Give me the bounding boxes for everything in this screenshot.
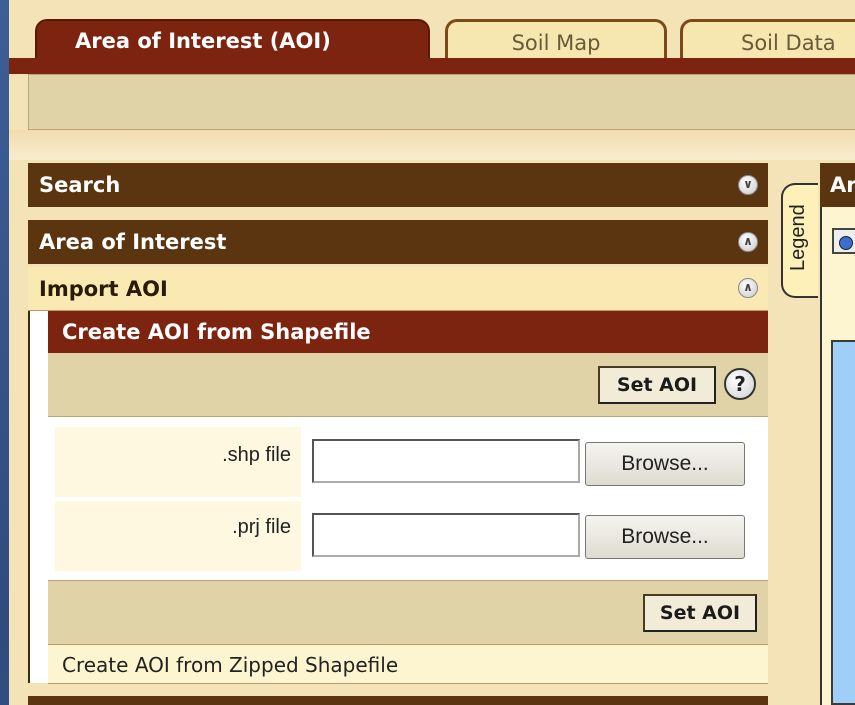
shapefile-section-header[interactable]: Create AOI from Shapefile <box>48 311 768 353</box>
legend-tab[interactable]: Legend <box>781 183 818 298</box>
map-tool-radio[interactable] <box>832 228 855 254</box>
set-aoi-button-bottom[interactable]: Set AOI <box>643 594 757 632</box>
search-panel-title: Search <box>39 173 121 197</box>
zipped-shapefile-item[interactable]: Create AOI from Zipped Shapefile <box>48 644 768 684</box>
shp-file-label: .shp file <box>222 444 291 466</box>
toolbar <box>28 74 855 130</box>
map-view[interactable] <box>831 340 855 705</box>
right-panel-header: Ar <box>820 163 855 207</box>
right-panel-title: Ar <box>830 173 855 197</box>
right-panel-toolbar <box>820 207 855 312</box>
tab-soil-map[interactable]: Soil Map <box>445 19 667 61</box>
shp-file-input[interactable] <box>312 439 580 483</box>
shp-browse-button[interactable]: Browse... <box>585 442 745 486</box>
shapefile-section-title: Create AOI from Shapefile <box>62 320 371 344</box>
tab-area-of-interest[interactable]: Area of Interest (AOI) <box>35 19 430 61</box>
tab-label: Soil Data <box>741 31 836 55</box>
search-panel-header[interactable]: Search ∨ <box>28 163 768 207</box>
prj-browse-button[interactable]: Browse... <box>585 515 745 559</box>
aoi-panel-header[interactable]: Area of Interest ∧ <box>28 220 768 264</box>
chevron-up-icon[interactable]: ∧ <box>738 232 758 252</box>
prj-file-input[interactable] <box>312 513 580 557</box>
chevron-down-icon[interactable]: ∨ <box>738 175 758 195</box>
aoi-panel-title: Area of Interest <box>39 230 227 254</box>
set-aoi-button-top[interactable]: Set AOI <box>598 366 716 404</box>
tab-underline-band <box>9 58 855 74</box>
import-aoi-title: Import AOI <box>39 277 168 301</box>
import-aoi-header[interactable]: Import AOI ∧ <box>28 267 768 311</box>
tab-label: Area of Interest (AOI) <box>75 29 331 53</box>
toolbar-shadow <box>9 130 855 160</box>
tab-soil-data[interactable]: Soil Data <box>680 19 855 61</box>
tab-label: Soil Map <box>511 31 601 55</box>
legend-label: Legend <box>787 204 809 271</box>
help-icon[interactable]: ? <box>724 368 756 400</box>
prj-file-label: .prj file <box>232 516 291 538</box>
next-panel-header <box>28 696 768 705</box>
chevron-up-icon[interactable]: ∧ <box>738 278 758 298</box>
